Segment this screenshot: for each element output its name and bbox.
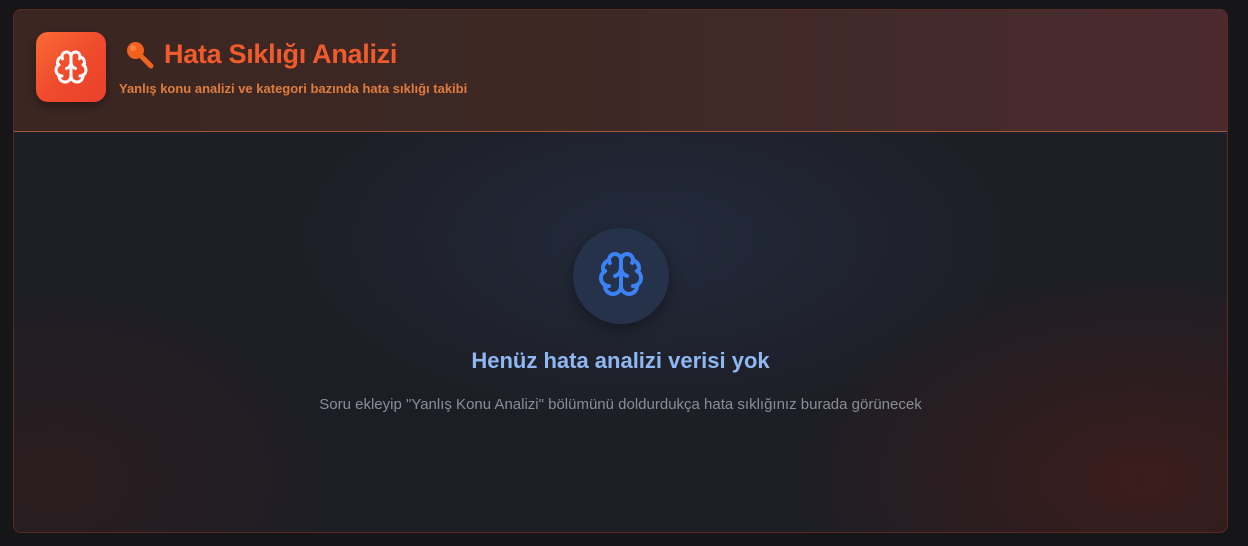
empty-state-icon-circle (573, 228, 669, 324)
hata-analizi-card: Hata Sıklığı Analizi Yanlış konu analizi… (13, 9, 1228, 533)
brain-icon (597, 250, 645, 303)
empty-state: Henüz hata analizi verisi yok Soru ekley… (14, 132, 1227, 532)
empty-state-description: Soru ekleyip "Yanlış Konu Analizi" bölüm… (319, 396, 922, 413)
magnifier-icon (122, 37, 156, 71)
empty-state-title: Henüz hata analizi verisi yok (471, 348, 770, 373)
brain-icon (36, 32, 106, 102)
page-subtitle: Yanlış konu analizi ve kategori bazında … (119, 81, 468, 96)
page-title: Hata Sıklığı Analizi (164, 38, 398, 69)
card-header: Hata Sıklığı Analizi Yanlış konu analizi… (14, 10, 1227, 132)
title-row: Hata Sıklığı Analizi (122, 34, 397, 74)
